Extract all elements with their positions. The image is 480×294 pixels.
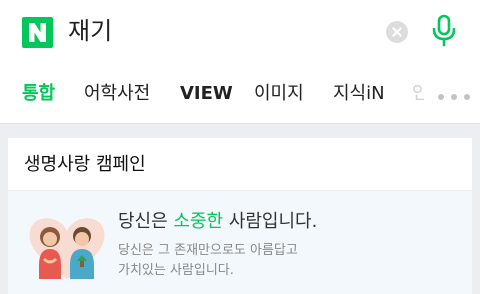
headline-prefix: 당신은 <box>118 211 174 232</box>
campaign-subtext: 당신은 그 존재만으로도 아름답고 가치있는 사람입니다. <box>118 241 418 281</box>
subtext-line-2: 가치있는 사람입니다. <box>118 263 234 278</box>
tab-kin[interactable]: 지식iN <box>333 81 385 107</box>
clear-icon[interactable] <box>386 21 408 43</box>
tab-images[interactable]: 이미지 <box>254 81 304 107</box>
search-bar: 재기 <box>0 0 480 62</box>
tab-bar: 통합 어학사전 VIEW 이미지 지식iN 인 <box>0 65 480 124</box>
campaign-headline: 당신은 소중한 사람입니다. <box>118 209 317 235</box>
couple-illustration-icon <box>29 218 105 279</box>
tab-overflow[interactable]: 인 <box>412 81 424 107</box>
campaign-body[interactable]: 당신은 소중한 사람입니다. 당신은 그 존재만으로도 아름답고 가치있는 사람… <box>8 191 472 294</box>
headline-highlight: 소중한 <box>173 211 224 232</box>
tab-dictionary[interactable]: 어학사전 <box>84 81 150 107</box>
tab-integrated[interactable]: 통합 <box>22 81 55 107</box>
campaign-card: 생명사랑 캠페인 당신은 소중한 사람입니다. 당신은 그 존재만으로도 아름답… <box>8 138 472 294</box>
headline-suffix: 사람입니다. <box>223 211 318 232</box>
naver-logo-icon[interactable] <box>22 17 53 48</box>
subtext-line-1: 당신은 그 존재만으로도 아름답고 <box>118 243 298 258</box>
campaign-title: 생명사랑 캠페인 <box>24 154 146 175</box>
tab-view[interactable]: VIEW <box>180 81 233 107</box>
campaign-header: 생명사랑 캠페인 <box>8 138 472 191</box>
search-input[interactable]: 재기 <box>68 14 112 48</box>
more-dots-icon[interactable] <box>436 94 472 102</box>
microphone-icon[interactable] <box>430 14 458 48</box>
